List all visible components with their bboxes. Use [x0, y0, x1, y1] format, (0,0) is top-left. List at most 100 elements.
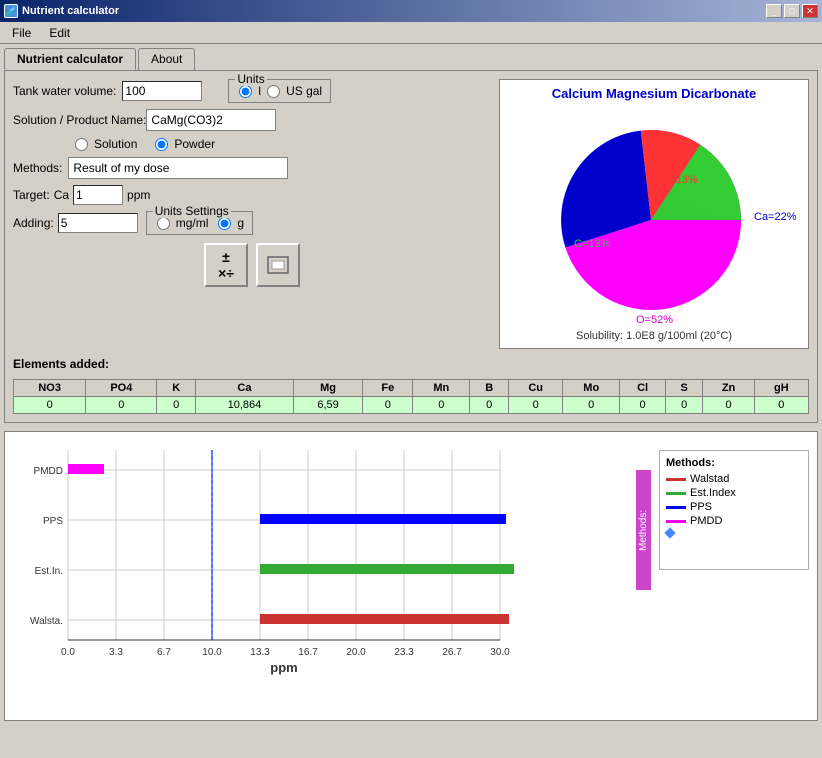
- methods-dropdown-wrapper: Result of my dose: [68, 157, 288, 179]
- tab-nutrient[interactable]: Nutrient calculator: [4, 48, 136, 70]
- svg-text:6.7: 6.7: [157, 647, 171, 658]
- col-cl: Cl: [620, 380, 666, 397]
- methods-select[interactable]: Result of my dose: [68, 157, 288, 179]
- units-settings-group: Units Settings mg/ml g: [146, 211, 253, 235]
- diamond-icon: [664, 527, 675, 538]
- menu-bar: File Edit: [0, 22, 822, 44]
- methods-vertical-wrapper: Methods:: [636, 450, 651, 712]
- clear-button[interactable]: [256, 243, 300, 287]
- elements-header: Elements added:: [13, 357, 809, 371]
- app-icon: 🧪: [4, 4, 18, 18]
- svg-text:Mg=13%: Mg=13%: [654, 174, 698, 186]
- pie-chart-area: Calcium Magnesium Dicarbonate: [499, 79, 809, 349]
- tab-bar: Nutrient calculator About: [4, 48, 818, 70]
- solution-powder-row: Solution Powder: [73, 137, 491, 151]
- solution-radio[interactable]: Solution: [73, 137, 137, 151]
- col-gh: gH: [754, 380, 808, 397]
- elements-section: Elements added: NO3 PO4 K Ca Mg Fe Mn B …: [13, 357, 809, 414]
- pmdd-color: [666, 520, 686, 523]
- title-bar: 🧪 Nutrient calculator _ □ ✕: [0, 0, 822, 22]
- svg-text:PMDD: PMDD: [34, 466, 63, 477]
- svg-text:13.3: 13.3: [250, 647, 270, 658]
- svg-text:Walsta.: Walsta.: [30, 616, 63, 627]
- button-area: ±×÷: [13, 243, 491, 287]
- col-b: B: [470, 380, 509, 397]
- main-content: Tank water volume: Units l US gal Solut: [4, 70, 818, 423]
- svg-text:ppm: ppm: [270, 660, 297, 675]
- col-fe: Fe: [363, 380, 413, 397]
- powder-radio[interactable]: Powder: [153, 137, 215, 151]
- bar-chart-svg: PMDD PPS Est.In. Walsta.: [13, 440, 636, 680]
- calculate-button[interactable]: ±×÷: [204, 243, 248, 287]
- top-section: Tank water volume: Units l US gal Solut: [13, 79, 809, 349]
- table-row: 0 0 0 10,864 6,59 0 0 0 0 0 0 0 0 0: [14, 397, 809, 414]
- legend-pmdd: PMDD: [666, 515, 802, 527]
- menu-file[interactable]: File: [4, 24, 39, 42]
- svg-text:10.0: 10.0: [202, 647, 222, 658]
- mgml-radio[interactable]: mg/ml: [155, 216, 209, 230]
- title-bar-left: 🧪 Nutrient calculator: [4, 4, 119, 18]
- svg-text:26.7: 26.7: [442, 647, 462, 658]
- svg-text:30.0: 30.0: [490, 647, 510, 658]
- solution-row: Solution / Product Name: CaMg(CO3)2: [13, 109, 491, 131]
- legend-title: Methods:: [666, 457, 802, 469]
- target-row: Target: Ca ppm: [13, 185, 491, 205]
- units-settings-legend: Units Settings: [153, 204, 231, 218]
- chart-legend: Methods: Walstad Est.Index PPS PMDD: [659, 450, 809, 570]
- units-l-radio[interactable]: l: [237, 84, 261, 98]
- col-ca: Ca: [196, 380, 294, 397]
- methods-row: Methods: Result of my dose: [13, 157, 491, 179]
- col-no3: NO3: [14, 380, 86, 397]
- units-group: Units l US gal: [228, 79, 331, 103]
- svg-text:PPS: PPS: [43, 516, 63, 527]
- solution-label: Solution / Product Name:: [13, 113, 146, 127]
- legend-estindex: Est.Index: [666, 487, 802, 499]
- pie-title: Calcium Magnesium Dicarbonate: [506, 86, 802, 101]
- svg-text:20.0: 20.0: [346, 647, 366, 658]
- solution-dropdown-wrapper: CaMg(CO3)2: [146, 109, 276, 131]
- target-unit: ppm: [127, 188, 150, 202]
- svg-text:16.7: 16.7: [298, 647, 318, 658]
- col-po4: PO4: [86, 380, 157, 397]
- adding-input[interactable]: [58, 213, 138, 233]
- legend-walstad: Walstad: [666, 473, 802, 485]
- svg-text:23.3: 23.3: [394, 647, 414, 658]
- elements-table: NO3 PO4 K Ca Mg Fe Mn B Cu Mo Cl S Zn gH: [13, 379, 809, 414]
- methods-vertical-label: Methods:: [636, 470, 651, 590]
- target-input[interactable]: [73, 185, 123, 205]
- menu-edit[interactable]: Edit: [41, 24, 78, 42]
- adding-label: Adding:: [13, 216, 54, 230]
- target-element: Ca: [54, 188, 69, 202]
- walstad-color: [666, 478, 686, 481]
- minimize-button[interactable]: _: [766, 4, 782, 18]
- g-radio[interactable]: g: [216, 216, 244, 230]
- estindex-color: [666, 492, 686, 495]
- col-s: S: [665, 380, 702, 397]
- col-mg: Mg: [293, 380, 363, 397]
- svg-text:O=52%: O=52%: [636, 314, 673, 326]
- maximize-button[interactable]: □: [784, 4, 800, 18]
- col-mn: Mn: [413, 380, 470, 397]
- col-zn: Zn: [703, 380, 754, 397]
- svg-text:3.3: 3.3: [109, 647, 123, 658]
- close-button[interactable]: ✕: [802, 4, 818, 18]
- pie-chart: Ca=22% Mg=13% C=13% O=52%: [506, 105, 796, 335]
- col-k: K: [157, 380, 196, 397]
- svg-text:0.0: 0.0: [61, 647, 75, 658]
- tank-volume-row: Tank water volume: Units l US gal: [13, 79, 491, 103]
- col-cu: Cu: [509, 380, 563, 397]
- window-title: Nutrient calculator: [22, 5, 119, 17]
- adding-row: Adding: Units Settings mg/ml g: [13, 211, 491, 235]
- svg-text:Ca=22%: Ca=22%: [754, 211, 796, 223]
- tank-volume-input[interactable]: [122, 81, 202, 101]
- methods-label: Methods:: [13, 161, 62, 175]
- chart-wrapper: PMDD PPS Est.In. Walsta.: [13, 440, 809, 712]
- svg-text:C=13%: C=13%: [574, 238, 611, 250]
- legend-pps: PPS: [666, 501, 802, 513]
- units-usgal-radio[interactable]: US gal: [265, 84, 322, 98]
- window-controls: _ □ ✕: [766, 4, 818, 18]
- tab-about[interactable]: About: [138, 48, 195, 70]
- solution-select[interactable]: CaMg(CO3)2: [146, 109, 276, 131]
- legend-diamond: [666, 529, 802, 537]
- svg-text:Est.In.: Est.In.: [35, 566, 63, 577]
